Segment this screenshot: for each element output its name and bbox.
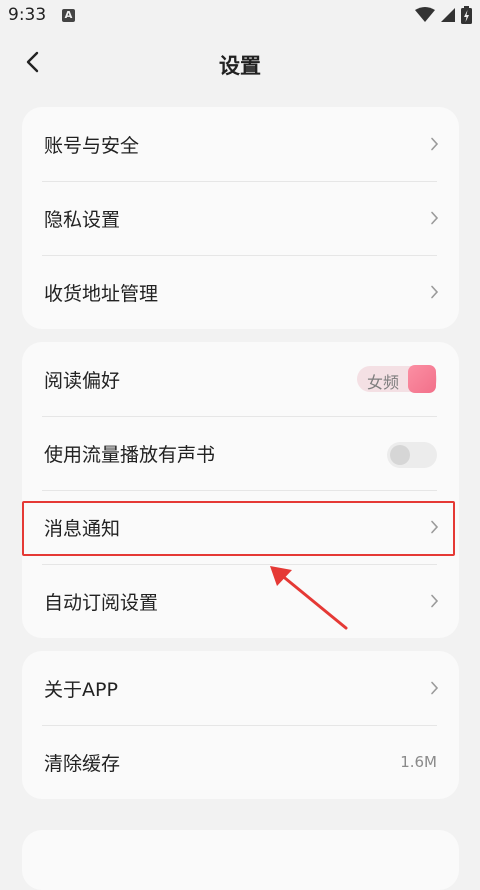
notifications-row[interactable]: 消息通知 [22, 490, 459, 564]
clear-cache-row[interactable]: 清除缓存 1.6M [22, 725, 459, 799]
status-time: 9:33 [8, 5, 47, 25]
shipping-address-row[interactable]: 收货地址管理 [22, 255, 459, 329]
reading-settings-card: 阅读偏好 女频 使用流量播放有声书 消息通知 自动订阅设置 [22, 342, 459, 638]
status-bar: 9:33 A [0, 0, 480, 34]
account-settings-card: 账号与安全 隐私设置 收货地址管理 [22, 107, 459, 329]
chevron-right-icon [430, 284, 439, 303]
page-title: 设置 [219, 54, 261, 78]
row-label: 收货地址管理 [44, 283, 159, 305]
auto-subscribe-row[interactable]: 自动订阅设置 [22, 564, 459, 638]
toggle-knob [408, 365, 436, 393]
reading-preference-value: 女频 [367, 373, 400, 392]
reading-preference-row[interactable]: 阅读偏好 女频 [22, 342, 459, 416]
chevron-right-icon [430, 519, 439, 538]
audio-data-row: 使用流量播放有声书 [22, 416, 459, 490]
row-label: 阅读偏好 [44, 370, 121, 392]
chevron-right-icon [430, 210, 439, 229]
cache-size-value: 1.6M [400, 753, 437, 771]
app-info-card: 关于APP 清除缓存 1.6M [22, 651, 459, 799]
row-label: 清除缓存 [44, 753, 121, 775]
chevron-right-icon [430, 593, 439, 612]
about-app-row[interactable]: 关于APP [22, 651, 459, 725]
chevron-right-icon [430, 680, 439, 699]
signal-icon [440, 7, 456, 27]
row-label: 使用流量播放有声书 [44, 444, 216, 466]
toggle-knob [390, 445, 410, 465]
audio-data-toggle[interactable] [387, 442, 437, 468]
wifi-icon [415, 7, 435, 27]
battery-icon [461, 6, 472, 28]
row-label: 隐私设置 [44, 209, 121, 231]
row-label: 消息通知 [44, 518, 121, 540]
privacy-settings-row[interactable]: 隐私设置 [22, 181, 459, 255]
next-settings-card [22, 830, 459, 890]
account-security-row[interactable]: 账号与安全 [22, 107, 459, 181]
chevron-right-icon [430, 136, 439, 155]
row-label: 关于APP [44, 679, 118, 701]
row-label: 自动订阅设置 [44, 592, 159, 614]
status-badge: A [62, 9, 75, 22]
reading-preference-toggle[interactable]: 女频 [357, 365, 437, 393]
header: 设置 [0, 34, 480, 94]
status-icons [415, 6, 472, 28]
row-label: 账号与安全 [44, 135, 140, 157]
